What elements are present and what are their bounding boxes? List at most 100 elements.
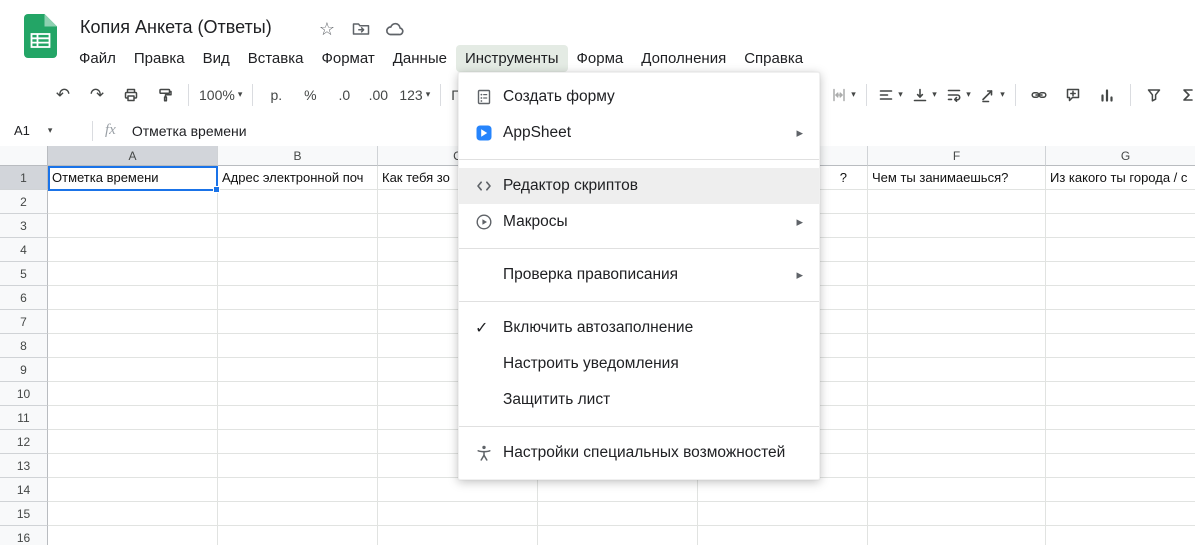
tools-menu-item-label: Проверка правописания — [503, 266, 679, 283]
star-icon[interactable]: ☆ — [316, 18, 338, 40]
cell-F1[interactable]: Чем ты занимаешься? — [868, 166, 1045, 190]
tools-menu-item-label: Редактор скриптов — [503, 177, 639, 194]
menu-Файл[interactable]: Файл — [70, 45, 125, 72]
align-icon — [879, 89, 893, 100]
row-header-5[interactable]: 5 — [0, 262, 48, 286]
menu-divider — [459, 159, 819, 160]
undo-button[interactable]: ↶ — [48, 81, 78, 109]
zoom-select[interactable]: 100% ▾ — [197, 81, 244, 109]
menu-Формат[interactable]: Формат — [312, 45, 383, 72]
tools-menu-item[interactable]: Создать форму — [459, 79, 819, 115]
undo-icon: ↶ — [55, 85, 71, 104]
menu-Вставка[interactable]: Вставка — [239, 45, 313, 72]
check-icon: ✓ — [475, 320, 489, 337]
move-to-folder-icon[interactable] — [350, 18, 372, 40]
appsheet-icon — [474, 124, 494, 142]
document-title[interactable]: Копия Анкета (Ответы) — [80, 17, 272, 38]
functions-icon — [1183, 88, 1193, 101]
tools-menu-item-label: Макросы — [503, 213, 568, 230]
menu-Справка[interactable]: Справка — [735, 45, 812, 72]
format-percent-button[interactable]: % — [295, 81, 325, 109]
tools-menu-item[interactable]: Макросы ▸ — [459, 204, 819, 240]
tools-menu-dropdown: Создать форму AppSheet ▸ Редактор скриптов М… — [458, 72, 820, 480]
filter-icon — [1147, 88, 1161, 102]
tools-menu-item[interactable]: Настройки специальных возможностей — [459, 435, 819, 471]
macros-icon — [474, 213, 494, 231]
tools-menu-item-label: Создать форму — [503, 88, 615, 105]
increase-decimal-button[interactable]: .00 — [363, 81, 393, 109]
horizontal-align-button[interactable]: ▾ — [875, 81, 905, 109]
menu-Вид[interactable]: Вид — [194, 45, 239, 72]
insert-chart-button[interactable] — [1092, 81, 1122, 109]
vertical-align-button[interactable]: ▾ — [909, 81, 939, 109]
redo-button[interactable]: ↷ — [82, 81, 112, 109]
row-header-9[interactable]: 9 — [0, 358, 48, 382]
submenu-arrow-icon: ▸ — [796, 125, 803, 140]
row-header-12[interactable]: 12 — [0, 430, 48, 454]
filter-button[interactable] — [1139, 81, 1169, 109]
decrease-decimal-button[interactable]: .0 — [329, 81, 359, 109]
merge-cells-button[interactable]: ▾ — [828, 81, 858, 109]
insert-link-button[interactable] — [1024, 81, 1054, 109]
chevron-down-icon: ▾ — [425, 89, 431, 99]
row-header-13[interactable]: 13 — [0, 454, 48, 478]
menu-divider — [459, 248, 819, 249]
code-icon — [474, 177, 494, 195]
top-bar: Копия Анкета (Ответы) ☆ Файл Правка Вид Вст… — [0, 0, 1195, 75]
row-header-4[interactable]: 4 — [0, 238, 48, 262]
paint-format-button[interactable] — [150, 81, 180, 109]
tools-menu-item[interactable]: AppSheet ▸ — [459, 115, 819, 151]
number-format-button[interactable]: 123 ▾ — [397, 81, 432, 109]
row-header-1[interactable]: 1 — [0, 166, 48, 190]
menu-Правка[interactable]: Правка — [125, 45, 194, 72]
print-button[interactable] — [116, 81, 146, 109]
form-icon — [474, 88, 494, 106]
row-header-3[interactable]: 3 — [0, 214, 48, 238]
name-box[interactable]: A1 ▾ — [0, 123, 84, 138]
formula-input[interactable]: Отметка времени — [132, 123, 247, 139]
menu-Инструменты[interactable]: Инструменты — [455, 45, 568, 72]
row-header-6[interactable]: 6 — [0, 286, 48, 310]
row-header-16[interactable]: 16 — [0, 526, 48, 545]
column-header-G[interactable]: G — [1046, 146, 1195, 166]
row-header-8[interactable]: 8 — [0, 334, 48, 358]
column-header-A[interactable]: A — [48, 146, 218, 166]
cell-B1[interactable]: Адрес электронной поч — [218, 166, 377, 190]
row-header-7[interactable]: 7 — [0, 310, 48, 334]
row-header-2[interactable]: 2 — [0, 190, 48, 214]
functions-button[interactable] — [1173, 81, 1195, 109]
sheets-logo-icon[interactable] — [24, 14, 57, 63]
grid-line — [1045, 166, 1046, 545]
tools-menu-item-label: Настройки специальных возможностей — [503, 444, 786, 461]
row-header-10[interactable]: 10 — [0, 382, 48, 406]
tools-menu-item-label: AppSheet — [503, 124, 572, 141]
fill-handle[interactable] — [213, 186, 220, 193]
text-rotation-button[interactable]: ▾ — [977, 81, 1007, 109]
cell-G1[interactable]: Из какого ты города / с — [1046, 166, 1195, 190]
tools-menu-item[interactable]: Настроить уведомления — [459, 346, 819, 382]
menu-Форма[interactable]: Форма — [568, 45, 633, 72]
tools-menu-item[interactable]: ✓ Включить автозаполнение — [459, 310, 819, 346]
row-header-15[interactable]: 15 — [0, 502, 48, 526]
text-wrap-button[interactable]: ▾ — [943, 81, 973, 109]
insert-comment-button[interactable] — [1058, 81, 1088, 109]
row-header-11[interactable]: 11 — [0, 406, 48, 430]
cloud-saved-icon[interactable] — [384, 18, 406, 40]
format-currency-button[interactable]: р. — [261, 81, 291, 109]
grid-line — [217, 166, 218, 545]
chevron-down-icon: ▾ — [898, 89, 903, 99]
menu-Дополнения[interactable]: Дополнения — [632, 45, 735, 72]
menu-divider — [459, 426, 819, 427]
row-header-14[interactable]: 14 — [0, 478, 48, 502]
column-header-F[interactable]: F — [868, 146, 1046, 166]
tools-menu-item[interactable]: Редактор скриптов — [459, 168, 819, 204]
column-header-B[interactable]: B — [218, 146, 378, 166]
chevron-down-icon: ▾ — [1000, 89, 1005, 99]
tools-menu-item[interactable]: Проверка правописания ▸ — [459, 257, 819, 293]
submenu-arrow-icon: ▸ — [796, 267, 803, 282]
menu-Данные[interactable]: Данные — [384, 45, 456, 72]
tools-menu-item[interactable]: Защитить лист — [459, 382, 819, 418]
grid-line — [867, 166, 868, 545]
google-sheets-window: Копия Анкета (Ответы) ☆ Файл Правка Вид Вст… — [0, 0, 1195, 545]
text-wrap-icon — [947, 89, 961, 102]
